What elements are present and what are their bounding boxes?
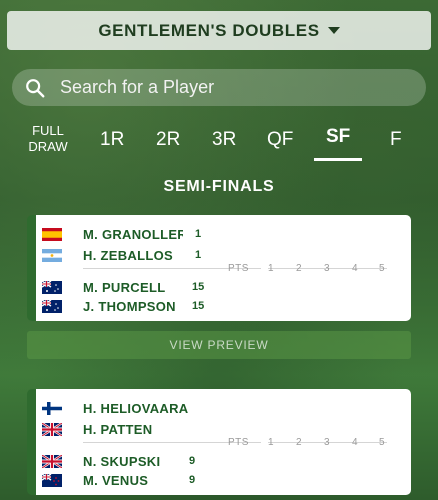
player-name[interactable]: M. GRANOLLERS xyxy=(83,227,183,242)
tab-f[interactable]: F xyxy=(390,129,402,151)
tab-full-draw[interactable]: FULL DRAW xyxy=(24,123,72,155)
player-name[interactable]: H. PATTEN xyxy=(83,422,152,437)
set-number: 2 xyxy=(296,437,302,448)
player-row: N. SKUPSKI 9 xyxy=(36,451,411,471)
tab-f-label: F xyxy=(390,129,402,150)
set-number: 3 xyxy=(324,263,330,274)
pts-label: PTS xyxy=(228,263,249,274)
tab-1r[interactable]: 1R xyxy=(100,129,124,151)
player-name[interactable]: N. SKUPSKI xyxy=(83,454,160,469)
player-row: H. ZEBALLOS 1 xyxy=(36,245,411,265)
great-britain-flag-icon xyxy=(42,454,62,468)
player-name[interactable]: H. ZEBALLOS xyxy=(83,248,173,263)
tab-2r[interactable]: 2R xyxy=(156,129,180,151)
player-row: H. HELIOVAARA xyxy=(36,398,411,418)
set-number: 4 xyxy=(352,263,358,274)
finland-flag-icon xyxy=(42,401,62,415)
event-selector[interactable]: GENTLEMEN'S DOUBLES xyxy=(7,11,431,50)
argentina-flag-icon xyxy=(42,248,62,262)
new-zealand-flag-icon xyxy=(42,473,62,487)
pts-label: PTS xyxy=(228,437,249,448)
tab-full-draw-line2: DRAW xyxy=(28,139,68,154)
match-card[interactable]: M. GRANOLLERS 1 H. ZEBALLOS 1 PTS 1 2 3 … xyxy=(27,215,411,321)
australia-flag-icon xyxy=(42,280,62,294)
tab-sf[interactable]: SF xyxy=(314,126,363,161)
player-seed: 15 xyxy=(192,281,205,293)
round-tabs: FULL DRAW 1R 2R 3R QF SF F xyxy=(22,120,422,161)
set-number: 1 xyxy=(268,437,274,448)
player-row: J. THOMPSON 15 xyxy=(36,296,411,316)
tab-3r-label: 3R xyxy=(212,129,237,150)
view-preview-button[interactable]: VIEW PREVIEW xyxy=(27,331,411,359)
player-name[interactable]: M. VENUS xyxy=(83,473,148,488)
set-number: 5 xyxy=(379,437,385,448)
search-icon xyxy=(26,78,45,97)
set-number: 2 xyxy=(296,263,302,274)
tab-1r-label: 1R xyxy=(100,129,125,150)
player-row: M. VENUS 9 xyxy=(36,470,411,490)
search-bar[interactable] xyxy=(12,69,426,106)
search-input[interactable] xyxy=(60,77,380,98)
player-row: M. PURCELL 15 xyxy=(36,277,411,297)
stage-title: SEMI-FINALS xyxy=(163,178,275,195)
great-britain-flag-icon xyxy=(42,422,62,436)
player-seed: 15 xyxy=(192,300,205,312)
set-number: 4 xyxy=(352,437,358,448)
tab-full-draw-line1: FULL xyxy=(32,123,64,138)
player-row: H. PATTEN xyxy=(36,419,411,439)
tab-qf[interactable]: QF xyxy=(267,129,293,151)
player-seed: 9 xyxy=(189,474,196,486)
spain-flag-icon xyxy=(42,227,62,241)
player-seed: 9 xyxy=(189,455,196,467)
caret-down-icon xyxy=(327,27,340,34)
active-tab-indicator xyxy=(314,158,363,161)
player-name[interactable]: J. THOMPSON xyxy=(83,299,176,314)
player-name[interactable]: M. PURCELL xyxy=(83,280,165,295)
player-row: M. GRANOLLERS 1 xyxy=(36,224,411,244)
player-seed: 1 xyxy=(195,228,202,240)
tab-2r-label: 2R xyxy=(156,129,181,150)
tab-qf-label: QF xyxy=(267,129,294,150)
set-number: 3 xyxy=(324,437,330,448)
tab-3r[interactable]: 3R xyxy=(212,129,236,151)
match-card[interactable]: H. HELIOVAARA H. PATTEN PTS 1 2 3 4 5 N.… xyxy=(27,389,411,495)
australia-flag-icon xyxy=(42,299,62,313)
tab-sf-label: SF xyxy=(326,126,351,147)
set-number: 5 xyxy=(379,263,385,274)
player-seed: 1 xyxy=(195,249,202,261)
event-selector-label: GENTLEMEN'S DOUBLES xyxy=(98,20,320,40)
set-number: 1 xyxy=(268,263,274,274)
player-name[interactable]: H. HELIOVAARA xyxy=(83,401,189,416)
